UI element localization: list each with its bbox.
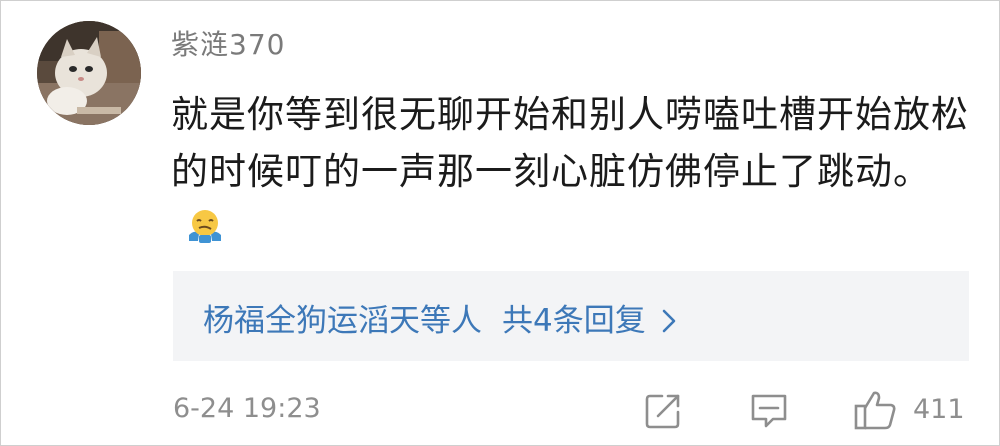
comment-card: 紫涟370 就是你等到很无聊开始和别人唠嗑吐槽开始放松的时候叮的一声那一刻心脏仿… [0, 0, 1000, 446]
like-count: 411 [913, 394, 965, 425]
reply-participants: 杨福全狗运滔天等人 [203, 303, 482, 339]
like-button[interactable] [853, 389, 897, 435]
shrugging-face-emoji-icon [185, 204, 225, 261]
cat-avatar-image [37, 21, 141, 125]
reply-count: 共4条回复 [502, 303, 646, 339]
comment-body: 就是你等到很无聊开始和别人唠嗑吐槽开始放松的时候叮的一声那一刻心脏仿佛停止了跳动… [171, 86, 971, 261]
reply-button[interactable] [749, 392, 789, 434]
chevron-right-icon [662, 305, 676, 341]
share-button[interactable] [644, 392, 682, 434]
thumbs-up-icon [854, 391, 896, 430]
replies-link[interactable]: 杨福全狗运滔天等人 共4条回复 [203, 295, 676, 341]
replies-preview[interactable]: 杨福全狗运滔天等人 共4条回复 [173, 271, 969, 361]
share-icon [645, 394, 680, 429]
comment-text: 就是你等到很无聊开始和别人唠嗑吐槽开始放松的时候叮的一声那一刻心脏仿佛停止了跳动… [171, 93, 969, 193]
comment-timestamp: 6-24 19:23 [173, 393, 321, 424]
avatar[interactable] [37, 21, 141, 125]
username[interactable]: 紫涟370 [171, 23, 285, 63]
comment-icon [751, 394, 787, 428]
